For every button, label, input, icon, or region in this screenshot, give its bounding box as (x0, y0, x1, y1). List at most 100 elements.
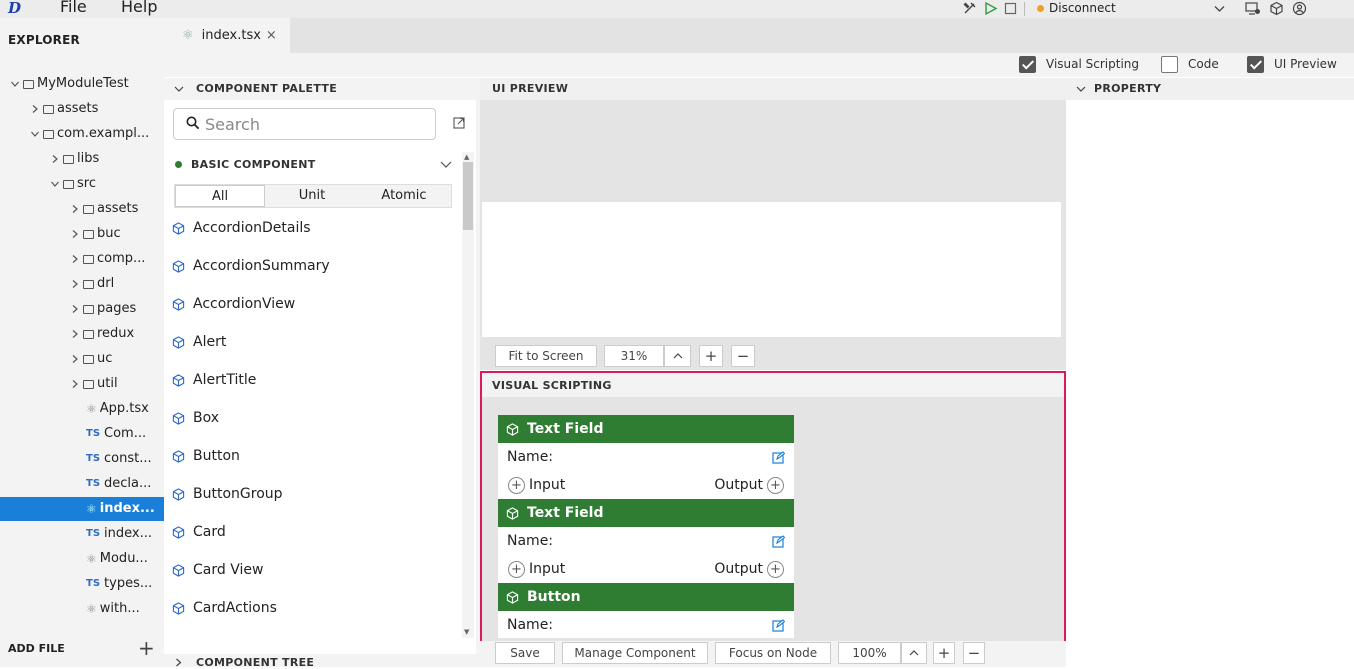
palette-item[interactable]: ButtonGroup (164, 475, 454, 513)
device-settings-icon[interactable] (1245, 1, 1260, 16)
filter-atomic[interactable]: Atomic (359, 185, 449, 207)
palette-item[interactable]: AlertTitle (164, 361, 454, 399)
palette-item[interactable]: Box (164, 399, 454, 437)
chevron-right-icon[interactable] (70, 279, 80, 289)
tree-item[interactable]: TS const... (0, 447, 164, 471)
chevron-down-icon[interactable] (174, 84, 184, 94)
menu-file[interactable]: File (60, 0, 87, 16)
tree-item[interactable]: ⚛ App.tsx (0, 397, 164, 421)
tree-item[interactable]: buc (0, 222, 164, 246)
node-header[interactable]: Text Field (498, 415, 794, 443)
chevron-right-icon[interactable] (70, 379, 80, 389)
script-node[interactable]: Text Field Name: + Input Output + (498, 499, 794, 583)
chevron-down-icon[interactable] (1212, 1, 1227, 16)
package-icon[interactable] (1269, 1, 1284, 16)
edit-icon[interactable] (772, 618, 785, 632)
tree-item[interactable]: assets (0, 197, 164, 221)
tab-close-icon[interactable]: × (266, 28, 277, 43)
chevron-down-icon[interactable] (1076, 84, 1086, 94)
tree-item[interactable]: MyModuleTest (0, 72, 164, 96)
tree-item[interactable]: comp... (0, 247, 164, 271)
add-port-icon[interactable]: + (508, 476, 525, 494)
fit-to-screen-button[interactable]: Fit to Screen (495, 345, 597, 367)
code-checkbox[interactable] (1161, 56, 1178, 73)
chevron-right-icon[interactable] (70, 354, 80, 364)
tab-index-tsx[interactable]: ⚛ index.tsx × (164, 18, 290, 53)
chevron-right-icon[interactable] (70, 229, 80, 239)
output-port[interactable]: Output + (714, 560, 784, 578)
menu-help[interactable]: Help (121, 0, 157, 16)
chevron-right-icon[interactable] (30, 104, 40, 114)
palette-item[interactable]: Card View (164, 551, 454, 589)
input-port[interactable]: + Input (508, 560, 565, 578)
scroll-up-icon[interactable]: ▲ (464, 153, 469, 161)
chevron-down-icon[interactable] (50, 179, 60, 189)
manage-component-button[interactable]: Manage Component (562, 642, 708, 664)
run-icon[interactable] (983, 1, 998, 16)
tree-item[interactable]: com.exampl... (0, 122, 164, 146)
vs-zoom-dropdown[interactable] (901, 642, 927, 664)
chevron-right-icon[interactable] (70, 204, 80, 214)
tree-item[interactable]: ⚛ index... (0, 497, 164, 521)
add-port-icon[interactable]: + (508, 560, 525, 578)
filter-unit[interactable]: Unit (267, 185, 357, 207)
add-file-button[interactable]: + (138, 636, 155, 660)
vs-zoom-out-button[interactable]: − (963, 642, 985, 664)
tree-item[interactable]: TS Com... (0, 422, 164, 446)
preview-zoom-out-button[interactable]: − (731, 345, 755, 367)
tree-item[interactable]: ⚛ Modu... (0, 547, 164, 571)
tree-item[interactable]: uc (0, 347, 164, 371)
node-header[interactable]: Button (498, 583, 794, 611)
input-port[interactable]: + Input (508, 476, 565, 494)
filter-all[interactable]: All (175, 185, 265, 207)
account-icon[interactable] (1292, 1, 1307, 16)
tree-item[interactable]: pages (0, 297, 164, 321)
build-icon[interactable] (962, 1, 977, 16)
chevron-right-icon[interactable] (50, 154, 60, 164)
tree-item[interactable]: assets (0, 97, 164, 121)
preview-zoom-dropdown[interactable] (664, 345, 691, 367)
tree-item[interactable]: TS decla... (0, 472, 164, 496)
edit-icon[interactable] (772, 534, 785, 548)
chevron-down-icon[interactable] (10, 79, 20, 89)
palette-item[interactable]: AccordionSummary (164, 247, 454, 285)
palette-item[interactable]: Alert (164, 323, 454, 361)
tree-item[interactable]: TS index... (0, 522, 164, 546)
chevron-down-icon[interactable] (440, 158, 452, 170)
node-header[interactable]: Text Field (498, 499, 794, 527)
palette-item[interactable]: Button (164, 437, 454, 475)
output-port[interactable]: Output + (714, 476, 784, 494)
script-node[interactable]: Button Name: (498, 583, 794, 638)
tree-item[interactable]: redux (0, 322, 164, 346)
add-port-icon[interactable]: + (767, 560, 784, 578)
connection-status-label[interactable]: Disconnect (1049, 0, 1116, 16)
vs-zoom-in-button[interactable]: + (933, 642, 955, 664)
ui-preview-screen[interactable] (482, 202, 1061, 337)
save-button[interactable]: Save (495, 642, 555, 664)
palette-item[interactable]: AccordionView (164, 285, 454, 323)
tree-item[interactable]: drl (0, 272, 164, 296)
tree-item[interactable]: src (0, 172, 164, 196)
palette-item[interactable]: Card (164, 513, 454, 551)
tree-item[interactable]: libs (0, 147, 164, 171)
visual-scripting-checkbox[interactable] (1019, 56, 1036, 73)
stop-icon[interactable] (1003, 1, 1018, 16)
chevron-right-icon[interactable] (70, 254, 80, 264)
vs-zoom-field[interactable]: 100% (838, 642, 901, 664)
tree-item[interactable]: util (0, 372, 164, 396)
focus-on-node-button[interactable]: Focus on Node (715, 642, 831, 664)
palette-item[interactable]: AccordionDetails (164, 209, 454, 247)
palette-item[interactable]: CardActions (164, 589, 454, 627)
tree-item[interactable]: TS types... (0, 572, 164, 596)
palette-scroll-thumb[interactable] (463, 162, 473, 230)
chevron-right-icon[interactable] (70, 304, 80, 314)
preview-zoom-in-button[interactable]: + (699, 345, 723, 367)
tree-item[interactable]: ⚛ with... (0, 597, 164, 621)
chevron-right-icon[interactable] (70, 329, 80, 339)
ui-preview-checkbox[interactable] (1247, 56, 1264, 73)
open-external-icon[interactable] (453, 117, 465, 129)
scroll-down-icon[interactable]: ▼ (464, 628, 469, 636)
chevron-down-icon[interactable] (30, 129, 40, 139)
edit-icon[interactable] (772, 450, 785, 464)
preview-zoom-field[interactable]: 31% (604, 345, 664, 367)
